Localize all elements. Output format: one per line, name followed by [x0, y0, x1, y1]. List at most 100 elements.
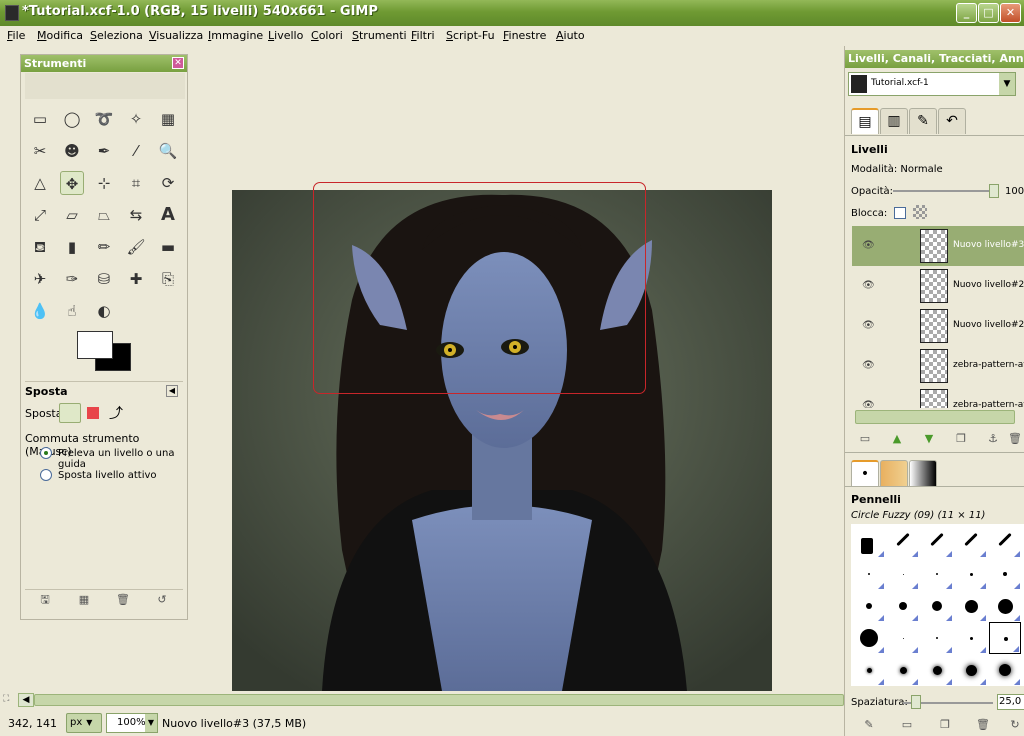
duplicate-brush-icon[interactable]: ❐ — [935, 716, 955, 734]
brush-cell[interactable] — [955, 590, 987, 622]
brush-cell[interactable] — [989, 526, 1021, 558]
eye-icon[interactable]: 👁 — [862, 360, 875, 371]
brush-cell[interactable] — [887, 622, 919, 654]
tab-layers[interactable]: ▤ — [851, 108, 879, 134]
refresh-brushes-icon[interactable]: ↻ — [1005, 716, 1024, 734]
menu-visualizza[interactable]: Visualizza — [149, 29, 203, 42]
eye-icon[interactable]: 👁 — [862, 240, 875, 251]
delete-options-icon[interactable]: 🗑 — [113, 591, 133, 609]
perspective-icon[interactable]: ⏢ — [92, 203, 116, 227]
anchor-layer-icon[interactable]: ⚓ — [983, 430, 1003, 448]
brush-cell[interactable] — [887, 590, 919, 622]
brush-cell[interactable] — [921, 558, 953, 590]
color-swatches[interactable] — [77, 331, 137, 375]
edit-brush-icon[interactable]: ✎ — [859, 716, 879, 734]
lower-layer-icon[interactable]: ▼ — [919, 430, 939, 448]
brush-cell[interactable] — [989, 558, 1021, 590]
horizontal-scrollbar[interactable]: ⛶ ◀ — [0, 692, 844, 708]
scale-icon[interactable]: ⤢ — [28, 203, 52, 227]
brush-cell[interactable] — [989, 622, 1021, 654]
brush-cell[interactable] — [989, 590, 1021, 622]
opacity-slider-handle[interactable] — [989, 184, 999, 198]
airbrush-icon[interactable]: ✈ — [28, 267, 52, 291]
ink-icon[interactable]: ✑ — [60, 267, 84, 291]
brush-cell[interactable] — [921, 654, 953, 686]
radio-pick-layer[interactable] — [40, 447, 52, 459]
close-button[interactable]: ✕ — [1000, 3, 1021, 23]
brush-cell[interactable] — [853, 622, 885, 654]
brush-cell[interactable] — [853, 590, 885, 622]
layer-row[interactable]: 👁 Nuovo livello#2 — [852, 266, 1024, 306]
minimize-button[interactable]: _ — [956, 3, 977, 23]
new-brush-icon[interactable]: ▭ — [897, 716, 917, 734]
menu-script-fu[interactable]: Script-Fu — [446, 29, 495, 42]
brush-cell[interactable] — [989, 654, 1021, 686]
brush-cell[interactable] — [887, 526, 919, 558]
brush-cell[interactable] — [853, 558, 885, 590]
blend-icon[interactable]: ▮ — [60, 235, 84, 259]
opacity-value[interactable]: 100, — [1005, 186, 1024, 197]
tab-gradients[interactable] — [909, 460, 937, 486]
reset-options-icon[interactable]: ↺ — [152, 591, 172, 609]
opacity-slider-track[interactable] — [893, 190, 997, 192]
chevron-down-icon[interactable]: ▼ — [999, 73, 1015, 95]
menu-filtri[interactable]: Filtri — [411, 29, 435, 42]
move-path-mode-button[interactable]: ⤴ — [109, 403, 123, 423]
smudge-icon[interactable]: ☝ — [60, 299, 84, 323]
navigate-icon[interactable]: ⛶ — [3, 694, 9, 704]
flip-icon[interactable]: ⇆ — [124, 203, 148, 227]
menu-file[interactable]: File — [7, 29, 25, 42]
heal-icon[interactable]: ✚ — [124, 267, 148, 291]
foreground-color-swatch[interactable] — [77, 331, 113, 359]
layer-row[interactable]: 👁 Nuovo livello#3 — [852, 226, 1024, 266]
app-icon[interactable] — [5, 5, 19, 21]
raise-layer-icon[interactable]: ▲ — [887, 430, 907, 448]
text-icon[interactable]: A — [156, 203, 180, 227]
brush-cell[interactable] — [887, 654, 919, 686]
move-icon[interactable]: ✥ — [60, 171, 84, 195]
layer-row[interactable]: 👁 Nuovo livello#2-c — [852, 306, 1024, 346]
radio-move-active-layer[interactable] — [40, 469, 52, 481]
layer-row[interactable]: 👁 zebra-pattern-ava — [852, 386, 1024, 408]
tab-channels[interactable]: ▥ — [880, 108, 908, 134]
menu-seleziona[interactable]: Seleziona — [90, 29, 143, 42]
brush-cell[interactable] — [921, 590, 953, 622]
shear-icon[interactable]: ▱ — [60, 203, 84, 227]
options-menu-icon[interactable]: ◀ — [166, 385, 178, 397]
chevron-down-icon[interactable]: ▼ — [145, 714, 157, 732]
crop-icon[interactable]: ⌗ — [124, 171, 148, 195]
new-layer-icon[interactable]: ▭ — [855, 430, 875, 448]
brush-cell[interactable] — [921, 526, 953, 558]
menu-finestre[interactable]: Finestre — [503, 29, 546, 42]
menu-strumenti[interactable]: Strumenti — [352, 29, 407, 42]
blur-icon[interactable]: 💧 — [28, 299, 52, 323]
menu-modifica[interactable]: Modifica — [37, 29, 83, 42]
color-picker-icon[interactable]: ⁄ — [124, 139, 148, 163]
eye-icon[interactable]: 👁 — [862, 280, 875, 291]
dodge-burn-icon[interactable]: ◐ — [92, 299, 116, 323]
tab-brushes[interactable]: • — [851, 460, 879, 486]
foreground-select-icon[interactable]: ☻ — [60, 139, 84, 163]
scroll-thumb[interactable] — [34, 694, 844, 706]
layers-hscroll[interactable] — [855, 410, 1015, 424]
spacing-slider-handle[interactable] — [911, 695, 921, 709]
bucket-fill-icon[interactable]: ⛾ — [28, 235, 52, 259]
menu-colori[interactable]: Colori — [311, 29, 343, 42]
delete-brush-icon[interactable]: 🗑 — [973, 716, 993, 734]
close-icon[interactable]: ✕ — [172, 57, 184, 69]
rotate-icon[interactable]: ⟳ — [156, 171, 180, 195]
brush-cell[interactable] — [955, 654, 987, 686]
brush-grid[interactable] — [851, 524, 1024, 686]
brush-cell[interactable] — [955, 526, 987, 558]
brush-cell[interactable] — [921, 622, 953, 654]
scissors-icon[interactable]: ✂ — [28, 139, 52, 163]
maximize-button[interactable]: □ — [978, 3, 999, 23]
tab-undo[interactable]: ↶ — [938, 108, 966, 134]
eye-icon[interactable]: 👁 — [862, 320, 875, 331]
pencil-icon[interactable]: ✏ — [92, 235, 116, 259]
restore-options-icon[interactable]: ▦ — [74, 591, 94, 609]
save-options-icon[interactable]: 🖫 — [35, 591, 55, 609]
brush-cell[interactable] — [853, 654, 885, 686]
perspective-clone-icon[interactable]: ⎘ — [156, 267, 180, 291]
measure-icon[interactable]: △ — [28, 171, 52, 195]
